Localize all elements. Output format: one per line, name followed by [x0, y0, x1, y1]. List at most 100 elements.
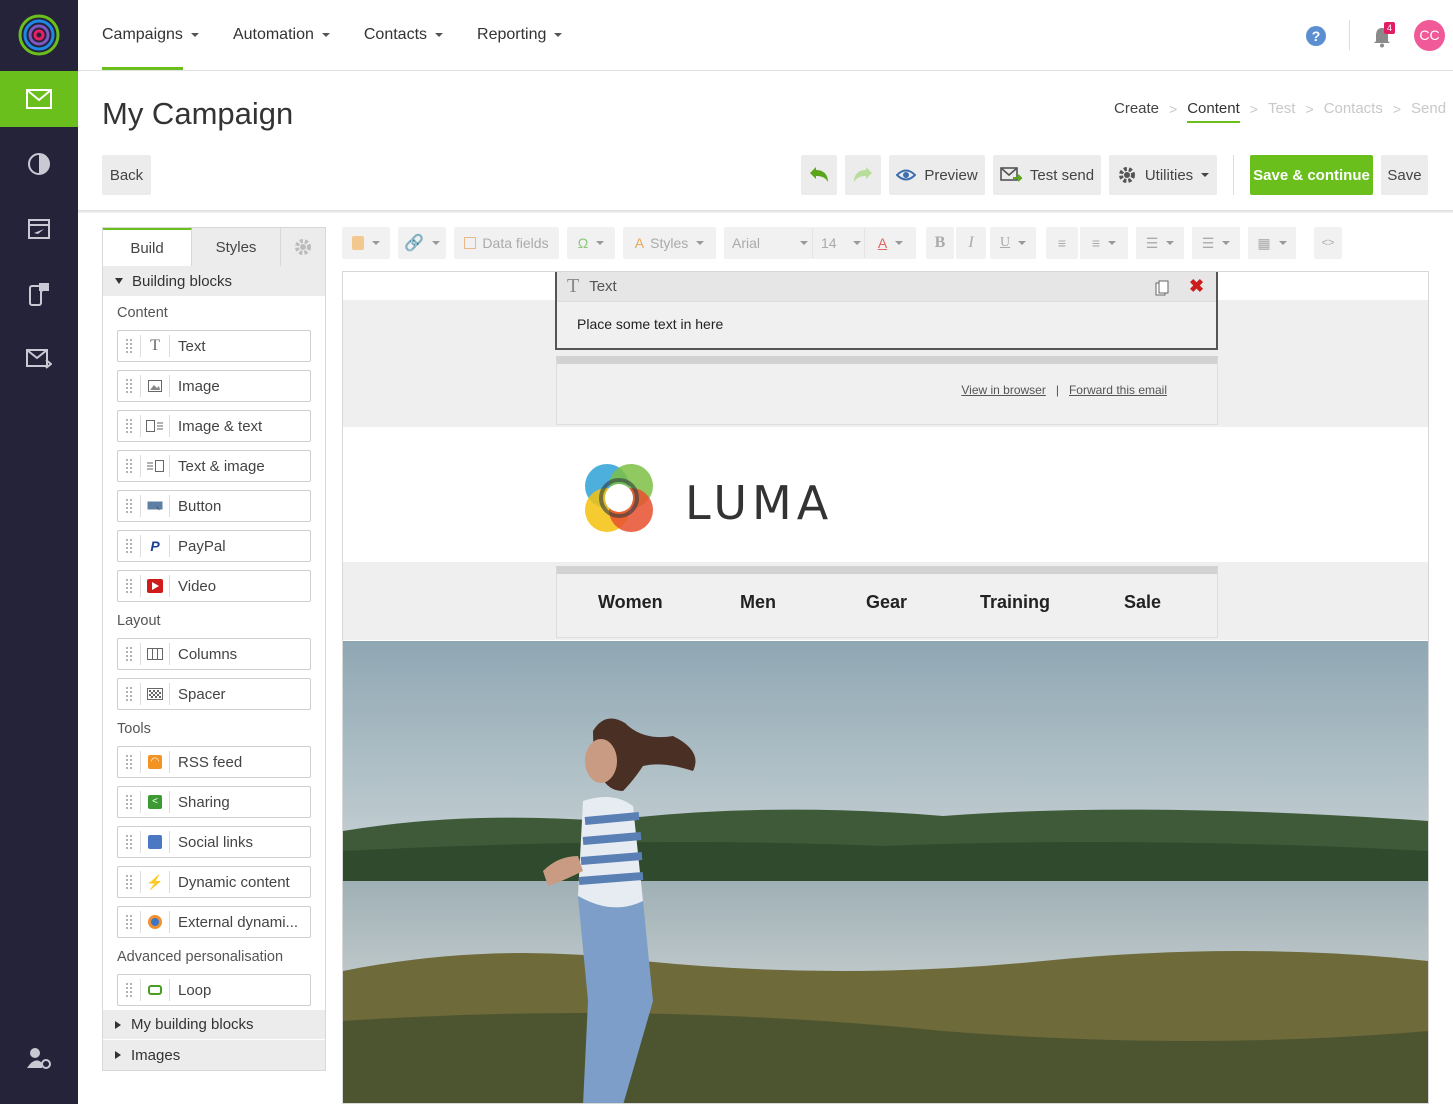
undo-button[interactable]	[801, 155, 837, 195]
drag-handle-icon[interactable]	[118, 687, 140, 701]
logo-section[interactable]: LUMA	[343, 428, 1428, 562]
link-button[interactable]: 🔗	[398, 227, 446, 259]
redo-icon	[854, 167, 872, 182]
bullet-list-button[interactable]: ☰	[1192, 227, 1240, 259]
section-building-blocks[interactable]: Building blocks	[103, 266, 325, 296]
drag-handle-icon[interactable]	[118, 755, 140, 769]
block-social-links[interactable]: Social links	[117, 826, 311, 858]
drag-handle-icon[interactable]	[118, 915, 140, 929]
block-paypal[interactable]: P PayPal	[117, 530, 311, 562]
nav-transactional-email[interactable]	[0, 331, 78, 387]
delete-icon[interactable]: ✖	[1189, 276, 1204, 297]
back-button[interactable]: Back	[102, 155, 151, 195]
font-size-dropdown[interactable]: 14	[812, 227, 864, 259]
block-button[interactable]: Button	[117, 490, 311, 522]
drag-handle-icon[interactable]	[118, 647, 140, 661]
email-canvas[interactable]: View in browser | Forward this email T Tex…	[342, 271, 1429, 1104]
drag-handle-icon[interactable]	[118, 419, 140, 433]
menu-automation[interactable]: Automation	[233, 0, 330, 70]
styles-dropdown[interactable]: A Styles	[623, 227, 716, 259]
drag-handle-icon[interactable]	[118, 339, 140, 353]
advanced-blocks: Loop	[103, 974, 325, 1006]
nav-link-women[interactable]: Women	[598, 592, 663, 613]
test-send-button[interactable]: Test send	[993, 155, 1101, 195]
paste-button[interactable]	[342, 227, 390, 259]
tab-build[interactable]: Build	[103, 228, 192, 266]
font-color-button[interactable]: A	[864, 227, 916, 259]
block-text[interactable]: T Text	[117, 330, 311, 362]
section-my-building-blocks[interactable]: My building blocks	[103, 1010, 325, 1040]
hero-image[interactable]	[343, 641, 1428, 1103]
drag-handle-icon[interactable]	[118, 379, 140, 393]
drag-handle-icon[interactable]	[118, 983, 140, 997]
drag-handle-icon[interactable]	[118, 875, 140, 889]
forward-email-link[interactable]: Forward this email	[1069, 383, 1167, 397]
nav-automation[interactable]	[0, 201, 78, 257]
section-images[interactable]: Images	[103, 1040, 325, 1070]
special-chars-button[interactable]: Ω	[567, 227, 615, 259]
drag-handle-icon[interactable]	[118, 459, 140, 473]
numbered-list-button[interactable]: ☰	[1136, 227, 1184, 259]
nav-link-sale[interactable]: Sale	[1124, 592, 1161, 613]
nav-link-gear[interactable]: Gear	[866, 592, 907, 613]
drag-handle-icon[interactable]	[118, 795, 140, 809]
drag-handle-icon[interactable]	[118, 539, 140, 553]
menu-contacts[interactable]: Contacts	[364, 0, 444, 70]
chevron-down-icon	[1222, 241, 1231, 245]
drag-handle-icon[interactable]	[118, 835, 140, 849]
block-loop[interactable]: Loop	[117, 974, 311, 1006]
save-button[interactable]: Save	[1381, 155, 1428, 195]
redo-button[interactable]	[845, 155, 881, 195]
gear-icon	[1118, 167, 1135, 183]
underline-button[interactable]: U	[990, 227, 1036, 259]
block-spacer[interactable]: Spacer	[117, 678, 311, 710]
tab-styles[interactable]: Styles	[192, 228, 281, 266]
block-video[interactable]: Video	[117, 570, 311, 602]
bold-button[interactable]: B	[926, 227, 954, 259]
block-dynamic-content[interactable]: ⚡ Dynamic content	[117, 866, 311, 898]
nav-link-training[interactable]: Training	[980, 592, 1050, 613]
step-content[interactable]: Content	[1187, 100, 1240, 123]
group-content-label: Content	[117, 305, 168, 321]
preview-button[interactable]: Preview	[889, 155, 985, 195]
save-continue-button[interactable]: Save & continue	[1250, 155, 1373, 195]
view-in-browser-link[interactable]: View in browser	[961, 383, 1045, 397]
align-dropdown[interactable]: ≡	[1080, 227, 1128, 259]
email-nav-block[interactable]: Women Men Gear Training Sale	[556, 566, 1218, 638]
block-sharing[interactable]: < Sharing	[117, 786, 311, 818]
italic-button[interactable]: I	[956, 227, 986, 259]
block-columns[interactable]: Columns	[117, 638, 311, 670]
table-button[interactable]: ▦	[1248, 227, 1296, 259]
menu-campaigns[interactable]: Campaigns	[102, 0, 199, 70]
help-icon[interactable]: ?	[1306, 26, 1326, 46]
block-image-text[interactable]: Image & text	[117, 410, 311, 442]
drag-handle-icon[interactable]	[118, 499, 140, 513]
block-text-image[interactable]: Text & image	[117, 450, 311, 482]
text-block-content[interactable]: Place some text in here	[557, 302, 1216, 346]
tab-settings[interactable]	[281, 228, 325, 266]
step-create[interactable]: Create	[1114, 100, 1159, 123]
align-left-button[interactable]: ≡	[1046, 227, 1078, 259]
source-code-button[interactable]: <>	[1314, 227, 1342, 259]
preheader-block[interactable]: View in browser | Forward this email	[556, 356, 1218, 425]
block-rss-feed[interactable]: ◠ RSS feed	[117, 746, 311, 778]
nav-sms[interactable]	[0, 266, 78, 322]
data-fields-label: Data fields	[482, 235, 549, 251]
avatar[interactable]: CC	[1414, 20, 1445, 51]
menu-reporting[interactable]: Reporting	[477, 0, 563, 70]
content-blocks: T Text Image Image & text Text & image Button…	[103, 330, 325, 602]
duplicate-icon[interactable]	[1155, 280, 1169, 300]
font-dropdown[interactable]: Arial	[724, 227, 812, 259]
styles-icon: A	[634, 235, 645, 251]
nav-account-settings[interactable]	[0, 1030, 78, 1086]
utilities-dropdown[interactable]: Utilities	[1109, 155, 1217, 195]
selected-text-block[interactable]: T Text ✖ Place some text in here	[555, 272, 1218, 350]
block-external-dynami[interactable]: External dynami...	[117, 906, 311, 938]
nav-reporting[interactable]	[0, 136, 78, 192]
app-logo-icon[interactable]	[18, 14, 60, 56]
drag-handle-icon[interactable]	[118, 579, 140, 593]
nav-link-men[interactable]: Men	[740, 592, 776, 613]
block-image[interactable]: Image	[117, 370, 311, 402]
nav-email-campaigns[interactable]	[0, 71, 78, 127]
data-fields-button[interactable]: Data fields	[454, 227, 559, 259]
